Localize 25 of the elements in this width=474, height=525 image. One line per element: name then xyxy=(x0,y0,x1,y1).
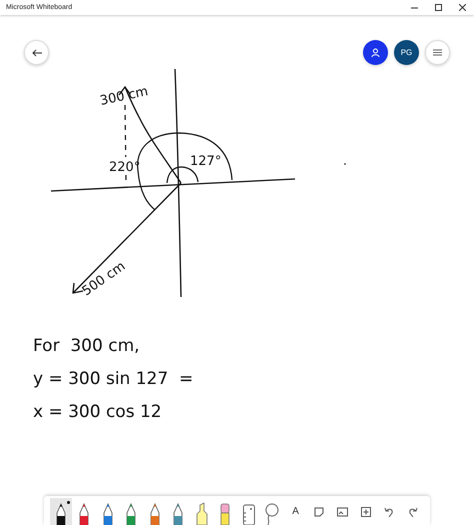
handwritten-label: 500 cm xyxy=(80,259,128,300)
avatar-button[interactable]: PG xyxy=(394,40,419,65)
person-icon xyxy=(371,48,380,57)
highlighter-icon xyxy=(194,501,209,525)
lasso-icon xyxy=(264,501,280,525)
insert-icon xyxy=(360,506,371,516)
handwritten-equation: For 300 cm, xyxy=(33,336,140,356)
person-icon-button[interactable] xyxy=(363,40,388,65)
note-icon xyxy=(314,506,324,516)
eraser-icon xyxy=(219,501,232,525)
menu-button[interactable] xyxy=(425,40,450,65)
undo-icon xyxy=(384,506,394,516)
redo-icon xyxy=(408,506,418,516)
maximize-icon xyxy=(434,4,442,11)
handwritten-equation: y = 300 sin 127 = xyxy=(33,369,194,389)
back-button[interactable] xyxy=(24,40,49,65)
text-tool-button[interactable]: A xyxy=(284,498,307,525)
pen-button[interactable] xyxy=(50,498,72,525)
back-arrow-icon xyxy=(32,48,42,56)
image-icon xyxy=(336,506,348,516)
handwritten-equation: x = 300 cos 12 xyxy=(33,402,162,422)
menu-icon xyxy=(433,49,442,56)
close-icon xyxy=(458,4,466,11)
handwritten-label: 127° xyxy=(190,154,222,169)
handwritten-label: 300 cm xyxy=(98,84,150,109)
